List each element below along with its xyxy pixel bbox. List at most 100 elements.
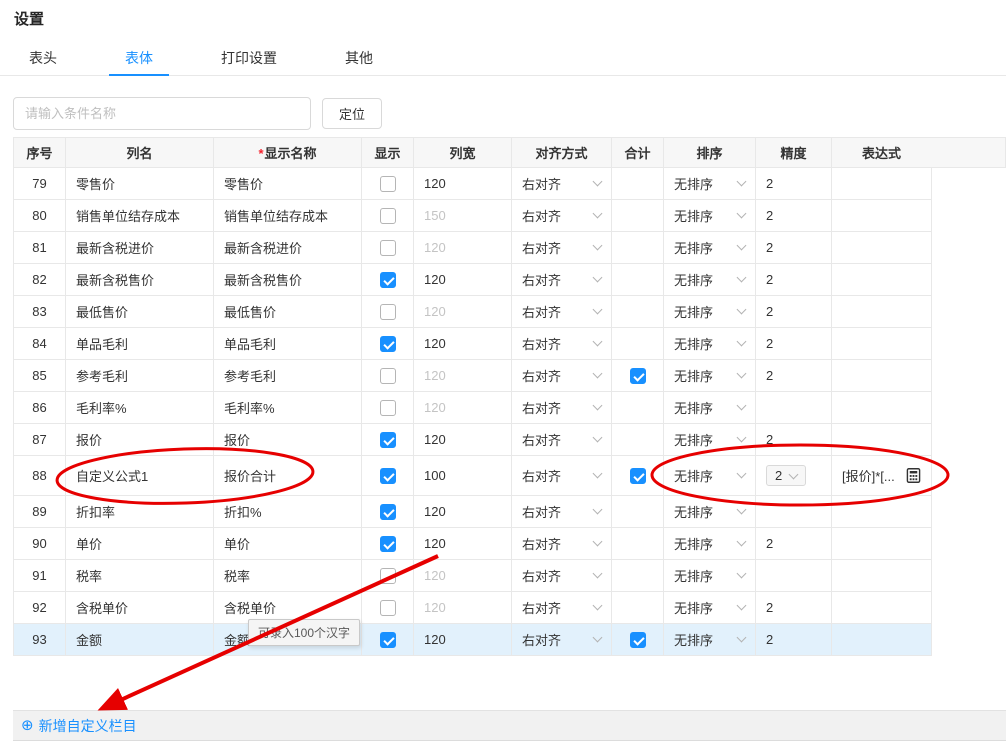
align-select[interactable]: 右对齐 xyxy=(522,502,601,521)
sort-select[interactable]: 无排序 xyxy=(674,366,745,385)
sort-select[interactable]: 无排序 xyxy=(674,238,745,257)
cell-width[interactable]: 120 xyxy=(414,392,512,424)
show-checkbox[interactable] xyxy=(380,336,396,352)
cell-sum xyxy=(612,392,664,424)
align-select[interactable]: 右对齐 xyxy=(522,366,601,385)
tab-4[interactable]: 其他 xyxy=(329,39,389,76)
align-select[interactable]: 右对齐 xyxy=(522,630,601,649)
precision-dropdown[interactable]: 2 xyxy=(766,465,806,486)
align-select[interactable]: 右对齐 xyxy=(522,598,601,617)
sum-checkbox[interactable] xyxy=(630,368,646,384)
show-checkbox[interactable] xyxy=(380,400,396,416)
cell-width[interactable]: 120 xyxy=(414,232,512,264)
sort-select[interactable]: 无排序 xyxy=(674,334,745,353)
cell-display-name[interactable]: 零售价 xyxy=(214,168,362,200)
sort-select[interactable]: 无排序 xyxy=(674,302,745,321)
align-select[interactable]: 右对齐 xyxy=(522,334,601,353)
show-checkbox[interactable] xyxy=(380,568,396,584)
show-checkbox[interactable] xyxy=(380,176,396,192)
show-checkbox[interactable] xyxy=(380,536,396,552)
show-checkbox[interactable] xyxy=(380,632,396,648)
cell-display-name[interactable]: 报价 xyxy=(214,424,362,456)
cell-width[interactable]: 120 xyxy=(414,424,512,456)
cell-width[interactable]: 120 xyxy=(414,328,512,360)
cell-col-name: 销售单位结存成本 xyxy=(66,200,214,232)
align-value: 右对齐 xyxy=(522,466,561,485)
cell-display-name[interactable]: 最新含税进价 xyxy=(214,232,362,264)
cell-expression xyxy=(832,200,932,232)
cell-display-name[interactable]: 毛利率% xyxy=(214,392,362,424)
column-header-label: 显示名称 xyxy=(265,146,317,161)
cell-display-name[interactable]: 单品毛利 xyxy=(214,328,362,360)
show-checkbox[interactable] xyxy=(380,304,396,320)
cell-show xyxy=(362,456,414,496)
cell-display-name[interactable]: 折扣% xyxy=(214,496,362,528)
sort-select[interactable]: 无排序 xyxy=(674,534,745,553)
cell-display-name[interactable]: 最低售价 xyxy=(214,296,362,328)
sort-select[interactable]: 无排序 xyxy=(674,566,745,585)
sort-select[interactable]: 无排序 xyxy=(674,174,745,193)
sort-select[interactable]: 无排序 xyxy=(674,630,745,649)
cell-precision: 2 xyxy=(756,424,832,456)
align-value: 右对齐 xyxy=(522,174,561,193)
cell-width[interactable]: 120 xyxy=(414,560,512,592)
show-checkbox[interactable] xyxy=(380,468,396,484)
locate-button[interactable]: 定位 xyxy=(322,98,382,129)
sort-select[interactable]: 无排序 xyxy=(674,502,745,521)
sort-select[interactable]: 无排序 xyxy=(674,398,745,417)
show-checkbox[interactable] xyxy=(380,272,396,288)
cell-display-name[interactable]: 最新含税售价 xyxy=(214,264,362,296)
cell-col-name: 单价 xyxy=(66,528,214,560)
cell-display-name[interactable]: 报价合计 xyxy=(214,456,362,496)
cell-show xyxy=(362,200,414,232)
cell-width[interactable]: 120 xyxy=(414,168,512,200)
show-checkbox[interactable] xyxy=(380,504,396,520)
table-row: 89折扣率折扣%120右对齐无排序 xyxy=(14,496,932,528)
align-select[interactable]: 右对齐 xyxy=(522,270,601,289)
align-select[interactable]: 右对齐 xyxy=(522,430,601,449)
sort-select[interactable]: 无排序 xyxy=(674,206,745,225)
tab-1[interactable]: 表头 xyxy=(13,39,73,76)
sort-value: 无排序 xyxy=(674,502,713,521)
cell-display-name[interactable]: 单价 xyxy=(214,528,362,560)
condition-search-input[interactable] xyxy=(13,97,311,130)
cell-width[interactable]: 120 xyxy=(414,264,512,296)
cell-display-name[interactable]: 参考毛利 xyxy=(214,360,362,392)
sort-select[interactable]: 无排序 xyxy=(674,466,745,485)
show-checkbox[interactable] xyxy=(380,432,396,448)
align-select[interactable]: 右对齐 xyxy=(522,466,601,485)
sum-checkbox[interactable] xyxy=(630,632,646,648)
align-select[interactable]: 右对齐 xyxy=(522,534,601,553)
cell-sum xyxy=(612,264,664,296)
sort-select[interactable]: 无排序 xyxy=(674,430,745,449)
cell-display-name[interactable]: 销售单位结存成本 xyxy=(214,200,362,232)
cell-width[interactable]: 120 xyxy=(414,528,512,560)
cell-width[interactable]: 120 xyxy=(414,592,512,624)
tab-2[interactable]: 表体 xyxy=(109,39,169,76)
cell-width[interactable]: 120 xyxy=(414,624,512,656)
show-checkbox[interactable] xyxy=(380,208,396,224)
expression-editor[interactable]: [报价]*[... xyxy=(842,466,921,485)
show-checkbox[interactable] xyxy=(380,368,396,384)
align-select[interactable]: 右对齐 xyxy=(522,302,601,321)
align-select[interactable]: 右对齐 xyxy=(522,398,601,417)
show-checkbox[interactable] xyxy=(380,240,396,256)
cell-width[interactable]: 120 xyxy=(414,360,512,392)
column-header: 精度 xyxy=(756,138,832,168)
cell-width[interactable]: 120 xyxy=(414,496,512,528)
calculator-icon[interactable] xyxy=(906,468,921,483)
cell-width[interactable]: 120 xyxy=(414,296,512,328)
sort-select[interactable]: 无排序 xyxy=(674,598,745,617)
cell-display-name[interactable]: 税率 xyxy=(214,560,362,592)
tab-3[interactable]: 打印设置 xyxy=(205,39,293,76)
show-checkbox[interactable] xyxy=(380,600,396,616)
sort-select[interactable]: 无排序 xyxy=(674,270,745,289)
align-select[interactable]: 右对齐 xyxy=(522,206,601,225)
align-select[interactable]: 右对齐 xyxy=(522,174,601,193)
cell-width[interactable]: 150 xyxy=(414,200,512,232)
align-select[interactable]: 右对齐 xyxy=(522,238,601,257)
align-select[interactable]: 右对齐 xyxy=(522,566,601,585)
sum-checkbox[interactable] xyxy=(630,468,646,484)
add-custom-column-link[interactable]: ⊕ 新增自定义栏目 xyxy=(21,716,137,736)
cell-width[interactable]: 100 xyxy=(414,456,512,496)
